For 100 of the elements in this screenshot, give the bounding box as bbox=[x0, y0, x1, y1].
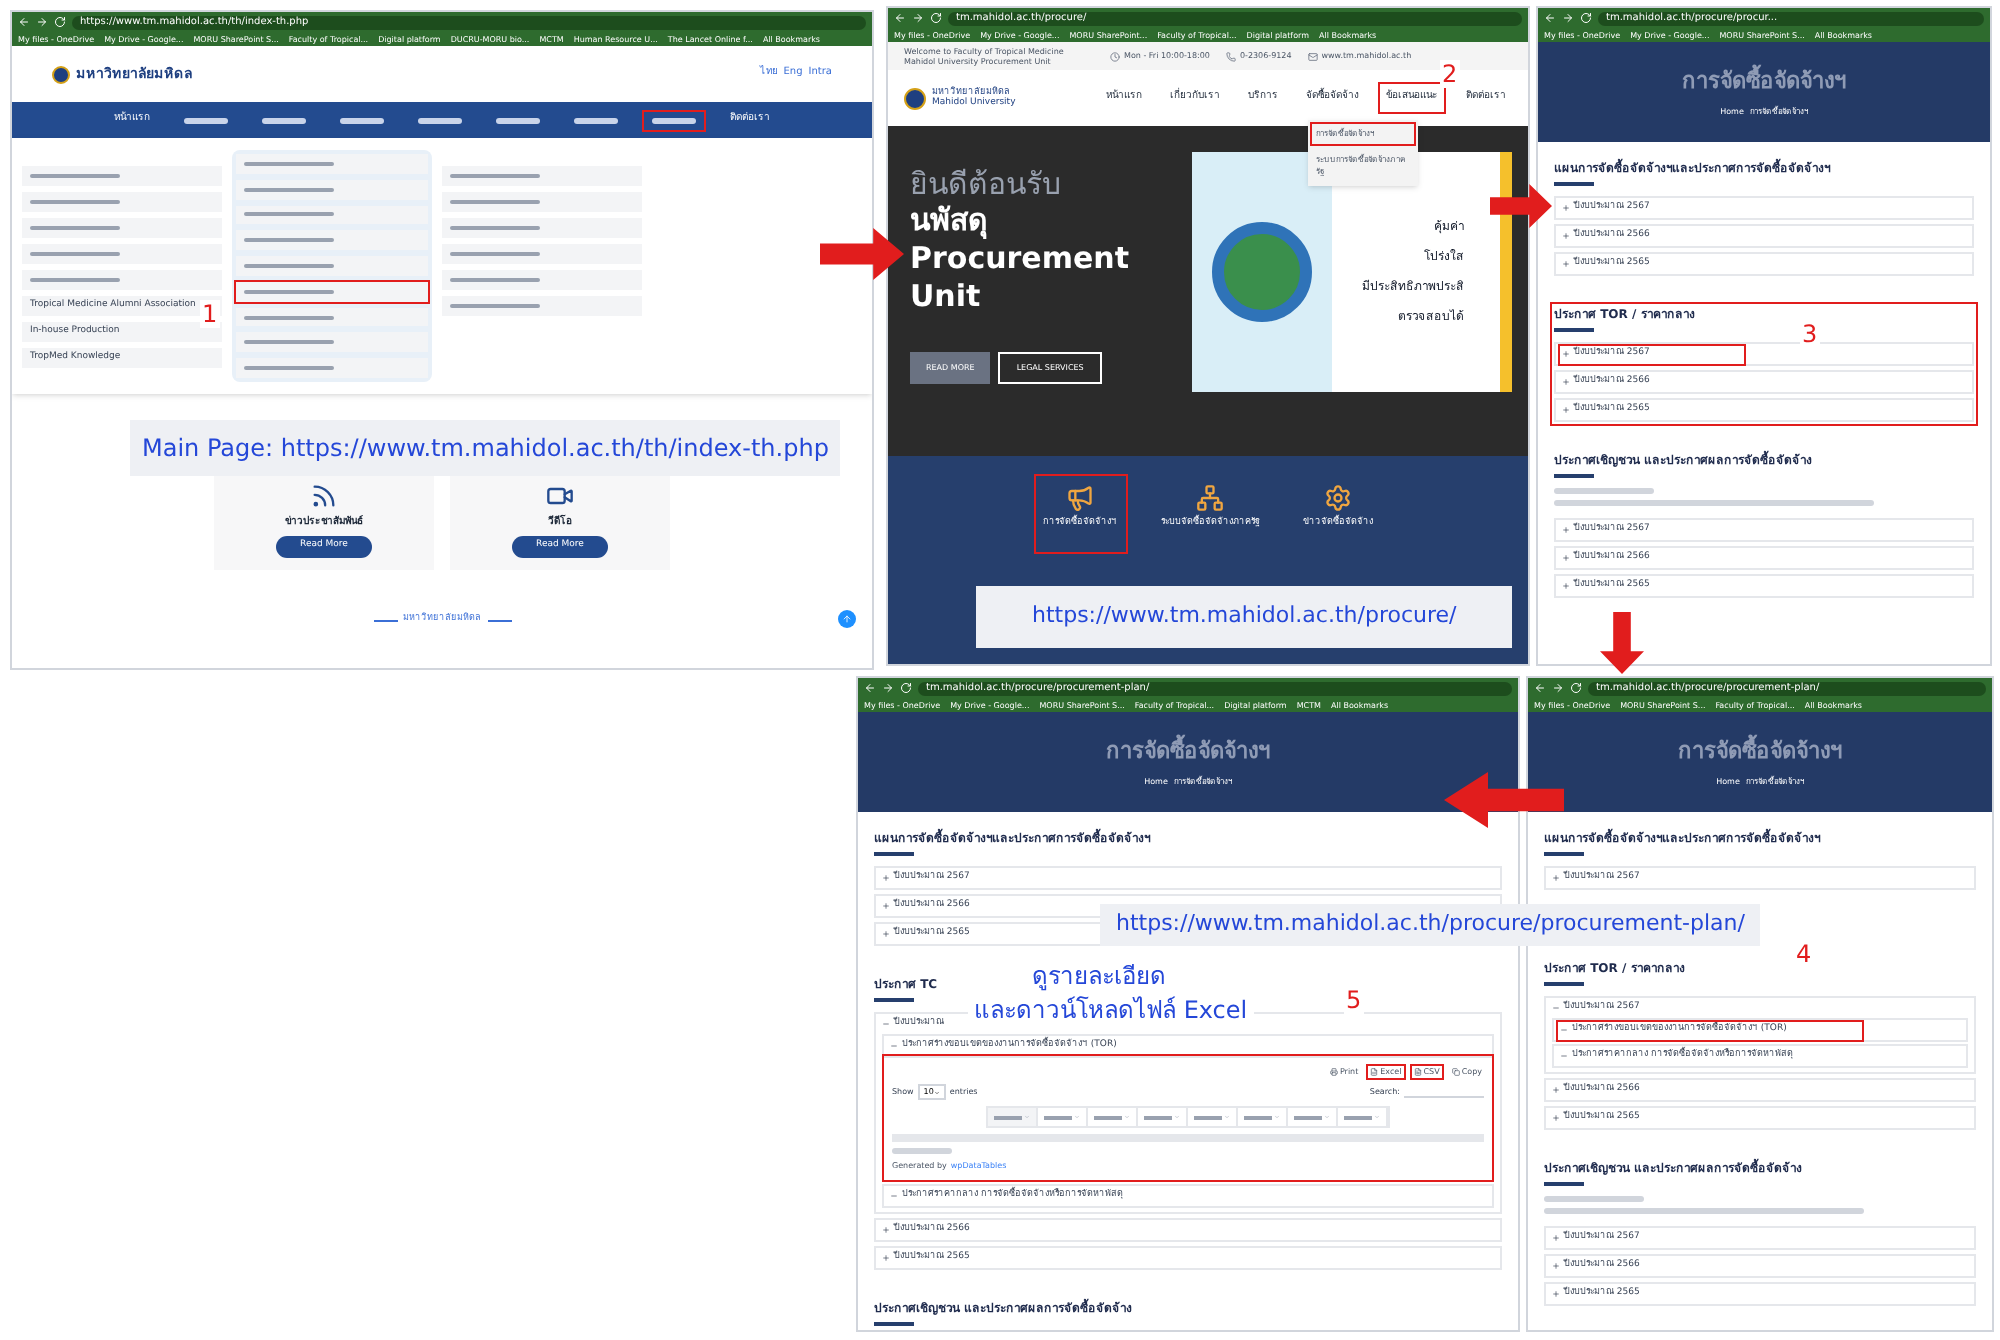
column-header[interactable] bbox=[1188, 1108, 1238, 1126]
university-seal-icon bbox=[52, 65, 70, 83]
menu-item[interactable] bbox=[236, 179, 428, 200]
column-header[interactable] bbox=[1288, 1108, 1338, 1126]
minus-icon bbox=[882, 1020, 890, 1028]
document-icon bbox=[1413, 1068, 1422, 1076]
column-header[interactable] bbox=[1338, 1108, 1388, 1126]
network-icon bbox=[1196, 484, 1224, 512]
globe-drawing bbox=[1212, 222, 1312, 322]
minus-icon bbox=[1552, 1004, 1560, 1012]
menu-item[interactable] bbox=[442, 192, 642, 212]
plus-icon bbox=[1552, 1086, 1560, 1094]
pointer-arrow bbox=[1490, 184, 1552, 228]
forward-icon[interactable] bbox=[1562, 12, 1574, 24]
plus-icon bbox=[1562, 204, 1570, 212]
rss-icon bbox=[310, 481, 338, 510]
minus-icon bbox=[1560, 1052, 1568, 1060]
minus-icon bbox=[890, 1042, 898, 1050]
forward-icon[interactable] bbox=[36, 16, 48, 28]
megaphone-icon bbox=[1066, 484, 1094, 512]
plus-icon bbox=[882, 874, 890, 882]
text-placeholder-bar bbox=[892, 1148, 952, 1154]
minus-icon bbox=[890, 1192, 898, 1200]
plus-icon bbox=[1552, 1114, 1560, 1122]
reload-icon[interactable] bbox=[900, 682, 912, 694]
menu-item[interactable] bbox=[236, 358, 428, 379]
plus-icon bbox=[1552, 874, 1560, 882]
column-header[interactable] bbox=[1238, 1108, 1288, 1126]
menu-item[interactable] bbox=[442, 166, 642, 186]
menu-item[interactable] bbox=[442, 270, 642, 290]
menu-item[interactable] bbox=[442, 218, 642, 238]
column-header[interactable] bbox=[1138, 1108, 1188, 1126]
plus-icon bbox=[882, 930, 890, 938]
reload-icon[interactable] bbox=[1580, 12, 1592, 24]
gear-icon bbox=[1324, 484, 1352, 512]
menu-item[interactable] bbox=[22, 166, 222, 186]
step-number: 5 bbox=[1344, 986, 1364, 1014]
column-header[interactable] bbox=[1088, 1108, 1138, 1126]
nav-item[interactable] bbox=[644, 111, 704, 129]
menu-item[interactable] bbox=[442, 244, 642, 264]
reload-icon[interactable] bbox=[54, 16, 66, 28]
menu-item[interactable] bbox=[236, 332, 428, 353]
url-caption: https://www.tm.mahidol.ac.th/procure/ bbox=[976, 586, 1513, 647]
title-underline bbox=[1554, 474, 1594, 478]
menu-item[interactable] bbox=[22, 270, 222, 290]
menu-item[interactable] bbox=[236, 230, 428, 251]
step-number: 4 bbox=[1794, 940, 1814, 968]
back-icon[interactable] bbox=[894, 12, 906, 24]
back-icon[interactable] bbox=[1534, 682, 1546, 694]
phone-icon bbox=[1225, 51, 1236, 61]
column-header[interactable] bbox=[988, 1108, 1038, 1126]
menu-item[interactable] bbox=[442, 296, 642, 316]
menu-item[interactable] bbox=[22, 218, 222, 238]
menu-item[interactable] bbox=[236, 307, 428, 327]
arrow-up-icon bbox=[842, 614, 852, 624]
printer-icon bbox=[1329, 1068, 1338, 1076]
pointer-arrow bbox=[820, 228, 904, 280]
reload-icon[interactable] bbox=[1570, 682, 1582, 694]
university-seal-icon bbox=[904, 87, 926, 109]
title-underline bbox=[1554, 182, 1594, 186]
banner-title: การจัดซื้อจัดจ้างฯ bbox=[1678, 736, 1842, 769]
step-number: 2 bbox=[1440, 60, 1460, 88]
column-header[interactable] bbox=[1038, 1108, 1088, 1126]
back-icon[interactable] bbox=[1544, 12, 1556, 24]
menu-item[interactable] bbox=[236, 281, 428, 302]
forward-icon[interactable] bbox=[882, 682, 894, 694]
pointer-arrow bbox=[1600, 612, 1644, 674]
scroll-top-button[interactable] bbox=[838, 610, 856, 628]
plus-icon bbox=[882, 1226, 890, 1234]
menu-item[interactable] bbox=[22, 244, 222, 264]
plus-icon bbox=[1562, 260, 1570, 268]
back-icon[interactable] bbox=[864, 682, 876, 694]
banner-title: การจัดซื้อจัดจ้างฯ bbox=[1106, 736, 1270, 769]
hero-title: Procurement bbox=[910, 240, 1129, 278]
plus-icon bbox=[1562, 582, 1570, 590]
plus-icon bbox=[1552, 1262, 1560, 1270]
menu-item[interactable] bbox=[22, 192, 222, 212]
plus-icon bbox=[1562, 350, 1570, 358]
hero-title: Unit bbox=[910, 278, 981, 316]
plus-icon bbox=[1562, 378, 1570, 386]
url-caption: Main Page: https://www.tm.mahidol.ac.th/th/index-th.php bbox=[130, 420, 841, 476]
minus-icon bbox=[1560, 1026, 1568, 1034]
clock-icon bbox=[1110, 51, 1120, 61]
menu-item[interactable] bbox=[236, 154, 428, 174]
reload-icon[interactable] bbox=[930, 12, 942, 24]
plus-icon bbox=[1552, 1290, 1560, 1298]
forward-icon[interactable] bbox=[912, 12, 924, 24]
menu-item[interactable] bbox=[236, 256, 428, 276]
plus-icon bbox=[882, 1254, 890, 1262]
hero-greeting: ยินดีต้อนรับ bbox=[910, 166, 1062, 202]
forward-icon[interactable] bbox=[1552, 682, 1564, 694]
plus-icon bbox=[882, 902, 890, 910]
title-underline bbox=[1544, 1182, 1584, 1186]
title-underline bbox=[1554, 328, 1594, 332]
pointer-arrow bbox=[1444, 772, 1564, 828]
spreadsheet-icon bbox=[1370, 1068, 1379, 1076]
plus-icon bbox=[1562, 526, 1570, 534]
plus-icon bbox=[1552, 1234, 1560, 1242]
back-icon[interactable] bbox=[18, 16, 30, 28]
menu-item[interactable] bbox=[236, 205, 428, 225]
